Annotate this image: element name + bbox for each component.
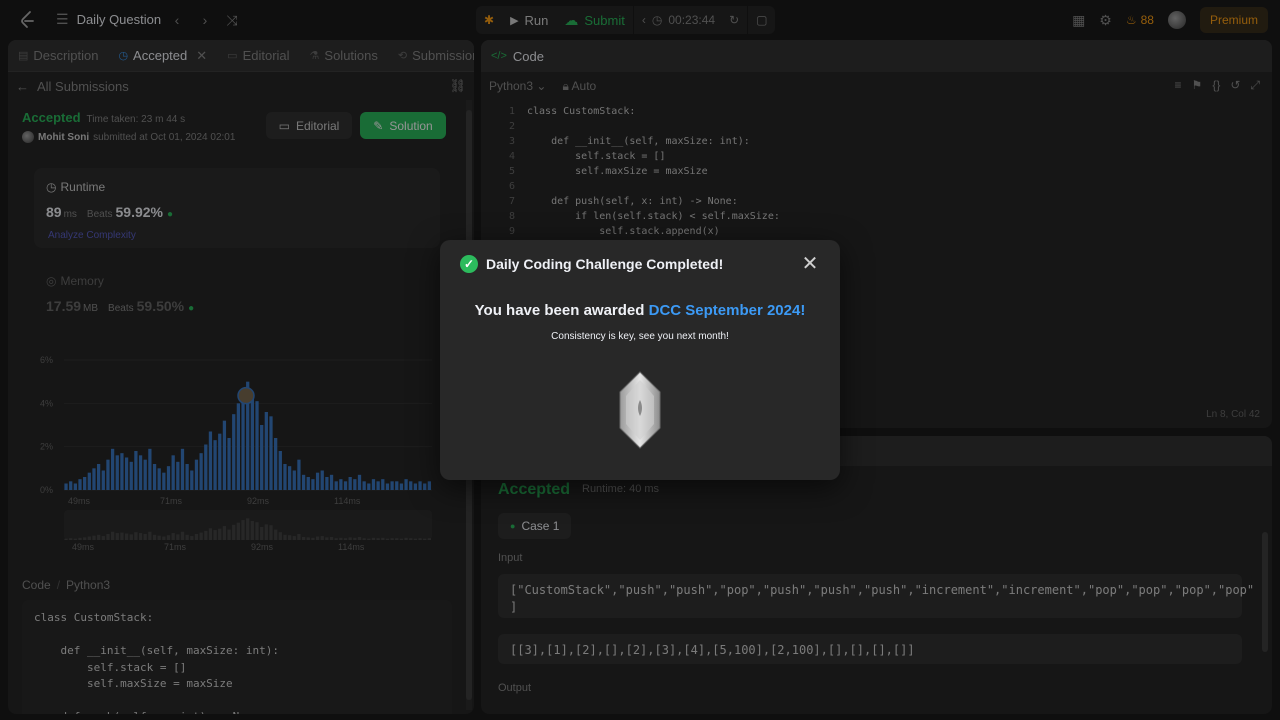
check-circle-icon: ✓ (460, 255, 478, 273)
modal-header: ✓ Daily Coding Challenge Completed! (460, 255, 723, 273)
dcc-completed-modal: ✓ Daily Coding Challenge Completed! ✕ Yo… (440, 240, 840, 480)
modal-subtitle: Consistency is key, see you next month! (551, 331, 729, 342)
award-prefix: You have been awarded (474, 302, 649, 319)
award-text: You have been awarded DCC September 2024… (440, 302, 840, 319)
award-name[interactable]: DCC September 2024! (649, 302, 806, 319)
modal-title: Daily Coding Challenge Completed! (486, 256, 724, 272)
dcc-badge-icon (616, 370, 664, 450)
close-icon[interactable]: ✕ (800, 253, 820, 275)
